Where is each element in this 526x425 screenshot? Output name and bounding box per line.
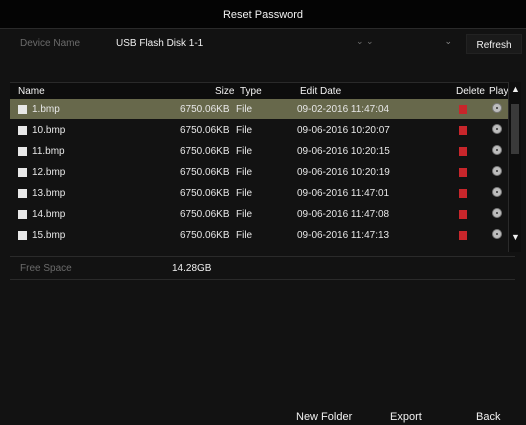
file-type: File [236, 104, 253, 115]
table-scrollbar[interactable]: ▲ ▼ [508, 82, 521, 252]
file-icon [18, 189, 27, 198]
file-size: 6750.06KB [180, 230, 230, 241]
table-header: Name Size Type Edit Date Delete Play [10, 83, 515, 99]
play-icon[interactable] [492, 187, 502, 197]
delete-icon[interactable] [459, 147, 467, 156]
new-folder-button[interactable]: New Folder [296, 411, 352, 423]
table-row[interactable]: 13.bmp 6750.06KB File 09-06-2016 11:47:0… [10, 183, 515, 203]
file-type: File [236, 125, 253, 136]
delete-icon[interactable] [459, 210, 467, 219]
scrollbar-thumb[interactable] [511, 104, 519, 154]
chevron-down-icon: ⌄ [444, 36, 452, 46]
file-size: 6750.06KB [180, 125, 230, 136]
file-date: 09-06-2016 10:20:19 [297, 167, 390, 178]
file-name: 15.bmp [32, 230, 66, 241]
device-name-label: Device Name [20, 38, 81, 49]
delete-icon[interactable] [459, 231, 467, 240]
table-row[interactable]: 11.bmp 6750.06KB File 09-06-2016 10:20:1… [10, 141, 515, 161]
delete-icon[interactable] [459, 105, 467, 114]
device-select[interactable]: USB Flash Disk 1-1 ⌄ ⌄ ⌄ [116, 34, 452, 54]
refresh-button[interactable]: Refresh [466, 34, 522, 54]
file-name: 14.bmp [32, 209, 66, 220]
chevron-down-icon[interactable]: ▼ [511, 232, 520, 242]
table-row[interactable]: 12.bmp 6750.06KB File 09-06-2016 10:20:1… [10, 162, 515, 182]
file-date: 09-06-2016 11:47:08 [297, 209, 390, 220]
table-row[interactable]: 15.bmp 6750.06KB File 09-06-2016 11:47:1… [10, 225, 515, 245]
play-icon[interactable] [492, 124, 502, 134]
file-size: 6750.06KB [180, 146, 230, 157]
file-table: Name Size Type Edit Date Delete Play 1.b… [10, 82, 515, 253]
table-row[interactable]: 14.bmp 6750.06KB File 09-06-2016 11:47:0… [10, 204, 515, 224]
file-type: File [236, 209, 253, 220]
file-icon [18, 105, 27, 114]
file-name: 13.bmp [32, 188, 66, 199]
file-icon [18, 168, 27, 177]
file-name: 12.bmp [32, 167, 66, 178]
header-size[interactable]: Size [215, 86, 234, 97]
reset-password-window: Reset Password Device Name USB Flash Dis… [0, 0, 526, 425]
back-button[interactable]: Back [476, 411, 500, 423]
file-size: 6750.06KB [180, 209, 230, 220]
file-size: 6750.06KB [180, 104, 230, 115]
table-row[interactable]: 10.bmp 6750.06KB File 09-06-2016 10:20:0… [10, 120, 515, 140]
table-row[interactable]: 1.bmp 6750.06KB File 09-02-2016 11:47:04 [10, 99, 515, 119]
chevron-down-icon: ⌄ ⌄ [356, 36, 374, 46]
file-date: 09-06-2016 10:20:07 [297, 125, 390, 136]
file-type: File [236, 188, 253, 199]
file-icon [18, 147, 27, 156]
header-type[interactable]: Type [240, 86, 262, 97]
play-icon[interactable] [492, 166, 502, 176]
file-size: 6750.06KB [180, 167, 230, 178]
header-delete: Delete [456, 86, 485, 97]
free-space-value: 14.28GB [172, 263, 212, 274]
file-name: 10.bmp [32, 125, 66, 136]
footer-bar: New Folder Export Back [0, 410, 526, 425]
header-play: Play [489, 86, 509, 97]
play-icon[interactable] [492, 145, 502, 155]
window-title: Reset Password [0, 0, 526, 29]
play-icon[interactable] [492, 229, 502, 239]
device-select-value: USB Flash Disk 1-1 [116, 38, 204, 49]
free-space-row: Free Space 14.28GB [10, 256, 515, 280]
file-name: 11.bmp [32, 146, 65, 157]
file-name: 1.bmp [32, 104, 60, 115]
file-type: File [236, 146, 253, 157]
file-size: 6750.06KB [180, 188, 230, 199]
file-icon [18, 126, 27, 135]
file-icon [18, 210, 27, 219]
file-date: 09-06-2016 10:20:15 [297, 146, 390, 157]
file-type: File [236, 167, 253, 178]
device-row: Device Name USB Flash Disk 1-1 ⌄ ⌄ ⌄ Ref… [8, 34, 522, 54]
chevron-up-icon[interactable]: ▲ [511, 84, 520, 94]
header-name[interactable]: Name [18, 86, 45, 97]
play-icon[interactable] [492, 208, 502, 218]
delete-icon[interactable] [459, 189, 467, 198]
file-date: 09-06-2016 11:47:13 [297, 230, 390, 241]
header-edit-date[interactable]: Edit Date [300, 86, 341, 97]
export-button[interactable]: Export [390, 411, 422, 423]
delete-icon[interactable] [459, 126, 467, 135]
play-icon[interactable] [492, 103, 502, 113]
delete-icon[interactable] [459, 168, 467, 177]
file-type: File [236, 230, 253, 241]
file-date: 09-06-2016 11:47:01 [297, 188, 390, 199]
file-date: 09-02-2016 11:47:04 [297, 104, 390, 115]
file-icon [18, 231, 27, 240]
free-space-label: Free Space [20, 263, 72, 274]
